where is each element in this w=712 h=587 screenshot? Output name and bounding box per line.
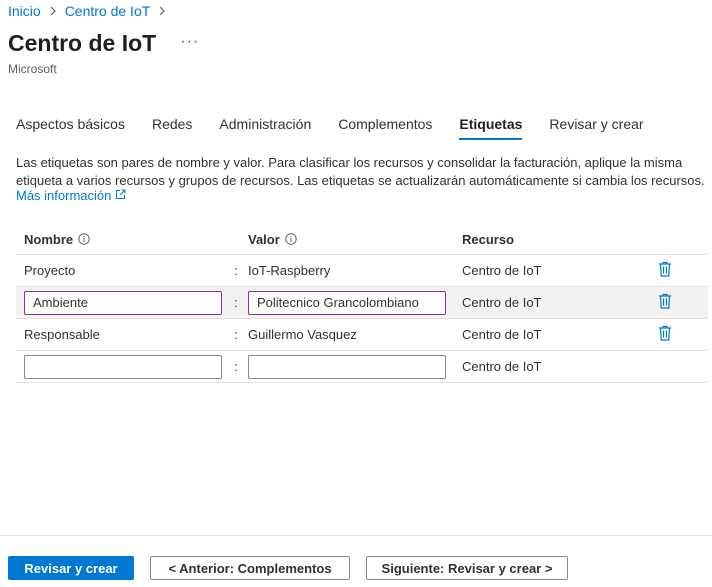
tag-resource: Centro de IoT (462, 359, 542, 374)
tag-resource: Centro de IoT (462, 295, 542, 310)
page-title: Centro de IoT (8, 30, 157, 56)
new-tag-name-input[interactable] (24, 354, 222, 379)
tag-row: Responsable : Guillermo Vasquez Centro d… (16, 319, 708, 351)
more-info-link[interactable]: Más información (16, 188, 126, 203)
tab-complementos[interactable]: Complementos (338, 116, 432, 140)
trash-icon (658, 325, 672, 344)
tag-separator: : (234, 327, 238, 342)
tab-revisar-y-crear[interactable]: Revisar y crear (549, 116, 643, 140)
name-header-label: Nombre (24, 231, 74, 247)
tag-row: Proyecto : IoT-Raspberry Centro de IoT (16, 255, 708, 287)
tag-row: : Centro de IoT (16, 287, 708, 319)
value-header-label: Valor (248, 231, 280, 247)
footer-divider (0, 535, 712, 536)
tags-description: Las etiquetas son pares de nombre y valo… (16, 155, 705, 188)
page-subtitle: Microsoft (8, 62, 57, 76)
value-column-header: Valor (248, 224, 297, 254)
tab-aspectos-basicos[interactable]: Aspectos básicos (16, 116, 125, 140)
review-create-button[interactable]: Revisar y crear (8, 556, 134, 580)
delete-tag-button[interactable] (658, 319, 672, 350)
delete-tag-button[interactable] (658, 255, 672, 286)
breadcrumb-home-link[interactable]: Inicio (8, 3, 41, 19)
tags-grid: Nombre Valor Recurso Proyecto : IoT-Rasp… (16, 224, 708, 383)
tab-redes[interactable]: Redes (152, 116, 192, 140)
title-row: Centro de IoT ··· (8, 30, 199, 57)
tag-name-input[interactable] (24, 290, 222, 315)
tag-value[interactable]: Guillermo Vasquez (248, 327, 357, 342)
grid-header: Nombre Valor Recurso (16, 224, 708, 255)
name-column-header: Nombre (24, 224, 90, 254)
resource-column-header: Recurso (462, 224, 514, 254)
info-icon[interactable] (285, 233, 297, 245)
tag-resource: Centro de IoT (462, 263, 542, 278)
delete-tag-button[interactable] (658, 287, 672, 318)
info-icon[interactable] (78, 233, 90, 245)
tag-value[interactable]: IoT-Raspberry (248, 263, 330, 278)
tag-value-input[interactable] (248, 290, 446, 315)
chevron-right-icon (158, 4, 166, 19)
tag-resource: Centro de IoT (462, 327, 542, 342)
tab-administracion[interactable]: Administración (219, 116, 311, 140)
tab-etiquetas[interactable]: Etiquetas (459, 116, 523, 140)
tag-separator: : (234, 359, 238, 374)
external-link-icon (115, 188, 126, 203)
breadcrumb: Inicio Centro de IoT (8, 3, 174, 19)
breadcrumb-iot-hub-link[interactable]: Centro de IoT (65, 3, 151, 19)
next-button[interactable]: Siguiente: Revisar y crear > (366, 556, 568, 580)
tag-separator: : (234, 295, 238, 310)
chevron-right-icon (49, 4, 57, 19)
resource-header-label: Recurso (462, 231, 515, 247)
new-tag-row: : Centro de IoT (16, 351, 708, 383)
trash-icon (658, 293, 672, 312)
more-info-link-label: Más información (16, 188, 112, 203)
tab-bar: Aspectos básicos Redes Administración Co… (16, 116, 671, 140)
tag-name[interactable]: Proyecto (24, 263, 75, 278)
previous-button[interactable]: < Anterior: Complementos (150, 556, 350, 580)
more-icon[interactable]: ··· (180, 33, 199, 51)
new-tag-value-input[interactable] (248, 354, 446, 379)
tag-separator: : (234, 263, 238, 278)
trash-icon (658, 261, 672, 280)
tag-name[interactable]: Responsable (24, 327, 100, 342)
